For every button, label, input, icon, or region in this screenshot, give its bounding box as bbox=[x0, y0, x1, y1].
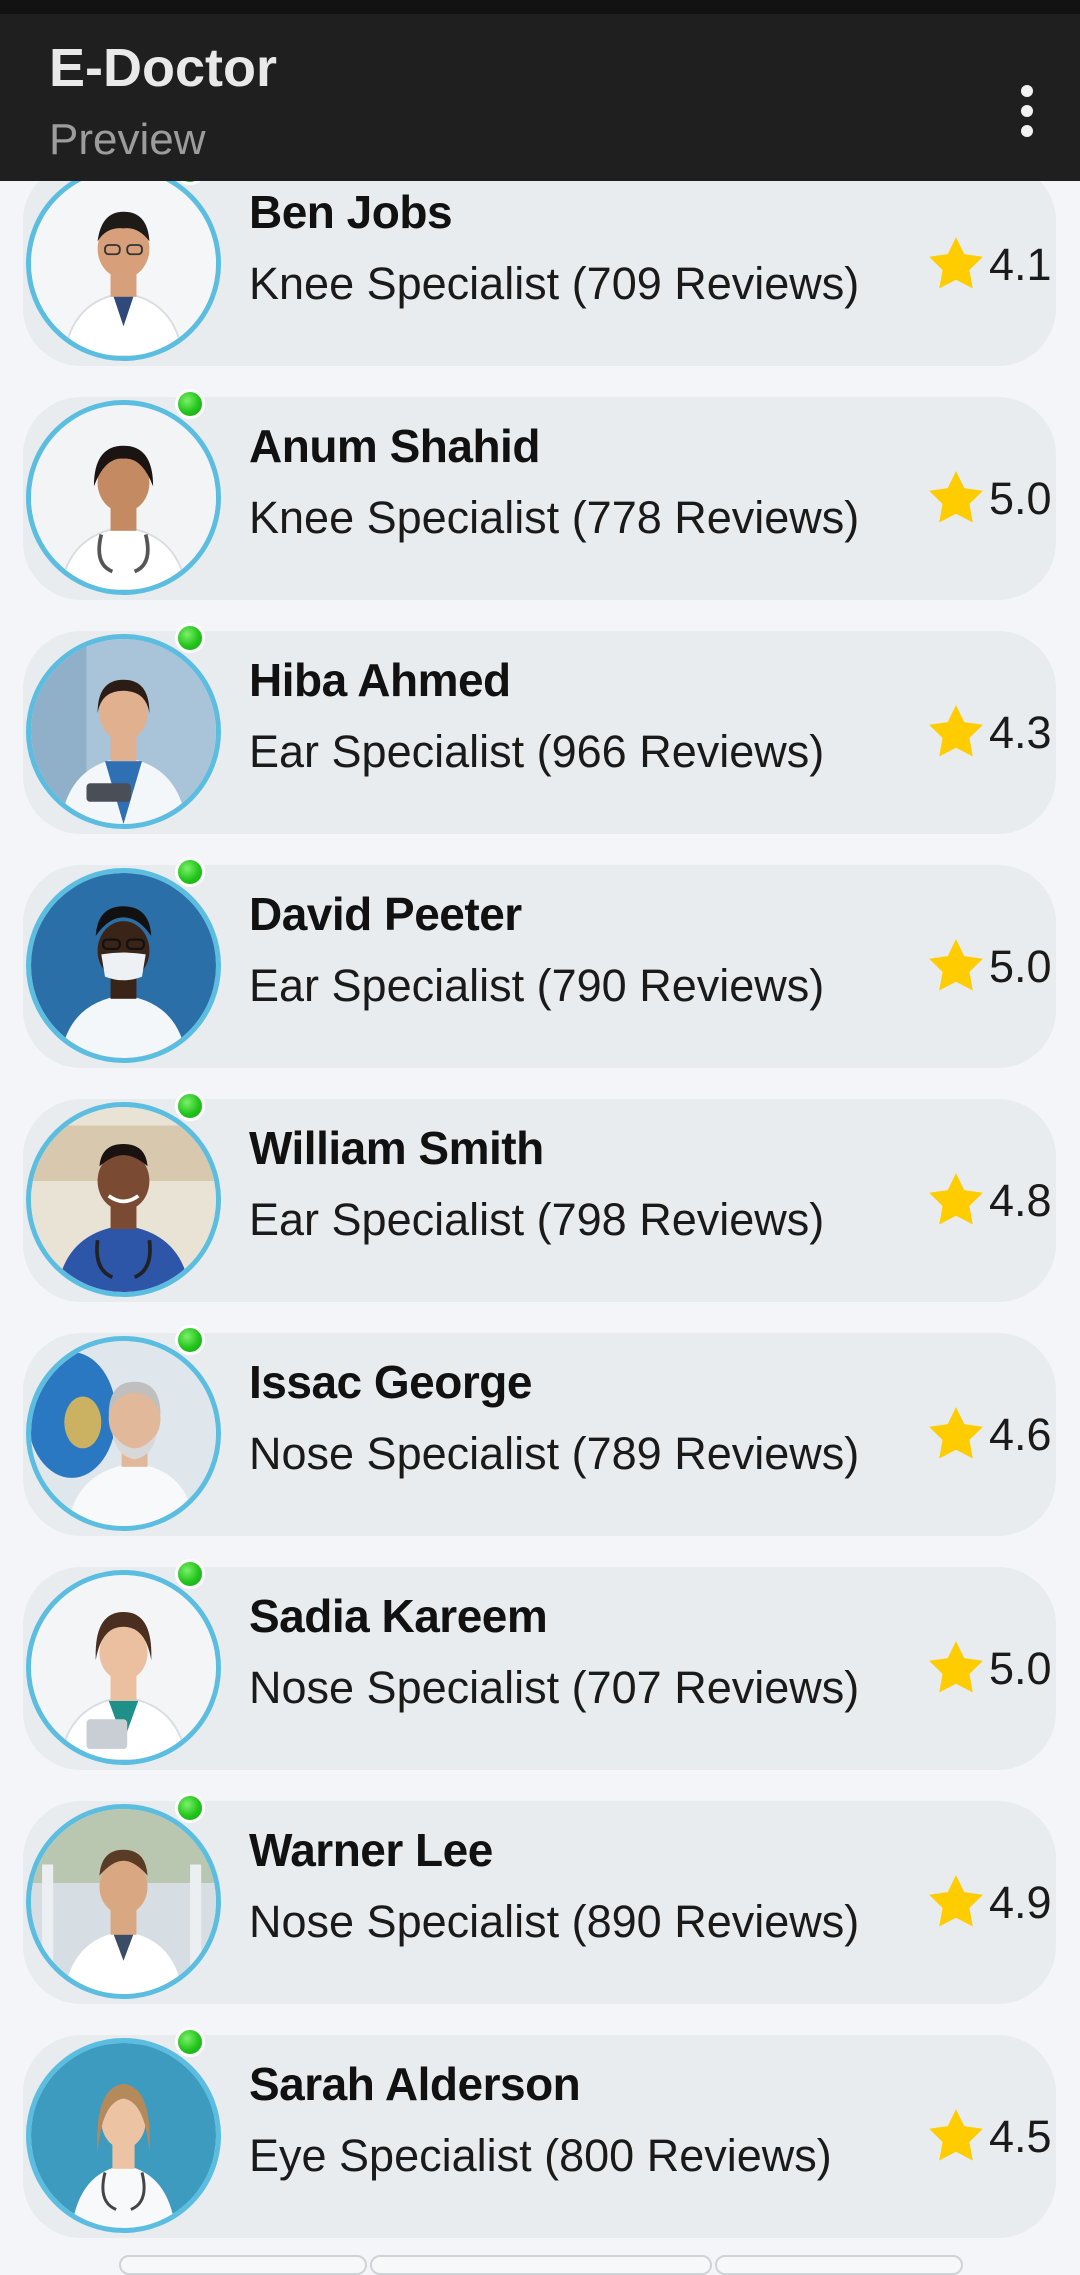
doctor-name: William Smith bbox=[249, 1122, 544, 1174]
more-vert-icon[interactable] bbox=[1000, 59, 1054, 163]
doctor-rating: 4.6 bbox=[989, 1409, 1052, 1460]
doctor-avatar bbox=[26, 1336, 221, 1531]
menu-dot bbox=[1021, 105, 1033, 117]
star-icon bbox=[929, 1173, 983, 1225]
app-bar: E-Doctor Preview bbox=[0, 14, 1080, 181]
online-status-dot bbox=[175, 2027, 205, 2057]
doctor-avatar bbox=[26, 166, 221, 361]
doctor-card[interactable]: Sarah Alderson Eye Specialist (800 Revie… bbox=[23, 2027, 1056, 2238]
doctor-name: Anum Shahid bbox=[249, 420, 540, 472]
doctor-avatar bbox=[26, 1570, 221, 1765]
doctor-card[interactable]: Sadia Kareem Nose Specialist (707 Review… bbox=[23, 1559, 1056, 1770]
app-title: E-Doctor bbox=[49, 38, 277, 98]
doctor-specialty: Nose Specialist (890 Reviews) bbox=[249, 1896, 860, 1947]
doctor-avatar bbox=[26, 2038, 221, 2233]
star-icon bbox=[929, 471, 983, 523]
bottom-tab[interactable] bbox=[119, 2255, 367, 2275]
online-status-dot bbox=[175, 389, 205, 419]
doctor-avatar bbox=[26, 1102, 221, 1297]
bottom-tab[interactable] bbox=[370, 2255, 712, 2275]
doctor-rating: 5.0 bbox=[989, 473, 1052, 524]
online-status-dot bbox=[175, 1559, 205, 1589]
doctor-rating: 5.0 bbox=[989, 941, 1052, 992]
doctor-card[interactable]: David Peeter Ear Specialist (790 Reviews… bbox=[23, 857, 1056, 1068]
doctor-specialty: Ear Specialist (966 Reviews) bbox=[249, 726, 825, 777]
star-icon bbox=[929, 1875, 983, 1927]
bottom-navigation-edge[interactable] bbox=[0, 2255, 1080, 2275]
doctor-specialty: Ear Specialist (798 Reviews) bbox=[249, 1194, 825, 1245]
doctor-name: Warner Lee bbox=[249, 1824, 493, 1876]
doctor-card[interactable]: Ben Jobs Knee Specialist (709 Reviews) 4… bbox=[23, 155, 1056, 366]
doctor-name: Hiba Ahmed bbox=[249, 654, 511, 706]
doctor-specialty: Eye Specialist (800 Reviews) bbox=[249, 2130, 832, 2181]
star-icon bbox=[929, 939, 983, 991]
online-status-dot bbox=[175, 623, 205, 653]
doctor-rating: 4.3 bbox=[989, 707, 1052, 758]
doctor-name: David Peeter bbox=[249, 888, 522, 940]
star-icon bbox=[929, 237, 983, 289]
doctor-specialty: Nose Specialist (789 Reviews) bbox=[249, 1428, 860, 1479]
doctor-rating: 4.5 bbox=[989, 2111, 1052, 2162]
doctor-card[interactable]: Warner Lee Nose Specialist (890 Reviews)… bbox=[23, 1793, 1056, 2004]
doctor-rating: 5.0 bbox=[989, 1643, 1052, 1694]
doctor-name: Sarah Alderson bbox=[249, 2058, 581, 2110]
menu-dot bbox=[1021, 125, 1033, 137]
doctor-card[interactable]: Issac George Nose Specialist (789 Review… bbox=[23, 1325, 1056, 1536]
bottom-tab[interactable] bbox=[715, 2255, 963, 2275]
doctor-name: Sadia Kareem bbox=[249, 1590, 548, 1642]
doctor-list[interactable]: Ben Jobs Knee Specialist (709 Reviews) 4… bbox=[0, 0, 1080, 2268]
app-subtitle: Preview bbox=[49, 115, 206, 164]
star-icon bbox=[929, 1407, 983, 1459]
doctor-rating: 4.8 bbox=[989, 1175, 1052, 1226]
doctor-name: Ben Jobs bbox=[249, 186, 453, 238]
doctor-name: Issac George bbox=[249, 1356, 532, 1408]
doctor-avatar bbox=[26, 634, 221, 829]
online-status-dot bbox=[175, 1325, 205, 1355]
doctor-card[interactable]: Hiba Ahmed Ear Specialist (966 Reviews) … bbox=[23, 623, 1056, 834]
star-icon bbox=[929, 1641, 983, 1693]
star-icon bbox=[929, 2109, 983, 2161]
menu-dot bbox=[1021, 85, 1033, 97]
doctor-card[interactable]: Anum Shahid Knee Specialist (778 Reviews… bbox=[23, 389, 1056, 600]
online-status-dot bbox=[175, 1091, 205, 1121]
doctor-rating: 4.9 bbox=[989, 1877, 1052, 1928]
doctor-specialty: Knee Specialist (778 Reviews) bbox=[249, 492, 860, 543]
doctor-avatar bbox=[26, 868, 221, 1063]
doctor-avatar bbox=[26, 1804, 221, 1999]
doctor-avatar bbox=[26, 400, 221, 595]
doctor-rating: 4.1 bbox=[989, 239, 1052, 290]
doctor-card[interactable]: William Smith Ear Specialist (798 Review… bbox=[23, 1091, 1056, 1302]
doctor-specialty: Knee Specialist (709 Reviews) bbox=[249, 258, 860, 309]
doctor-specialty: Ear Specialist (790 Reviews) bbox=[249, 960, 825, 1011]
online-status-dot bbox=[175, 1793, 205, 1823]
star-icon bbox=[929, 705, 983, 757]
doctor-specialty: Nose Specialist (707 Reviews) bbox=[249, 1662, 860, 1713]
online-status-dot bbox=[175, 857, 205, 887]
